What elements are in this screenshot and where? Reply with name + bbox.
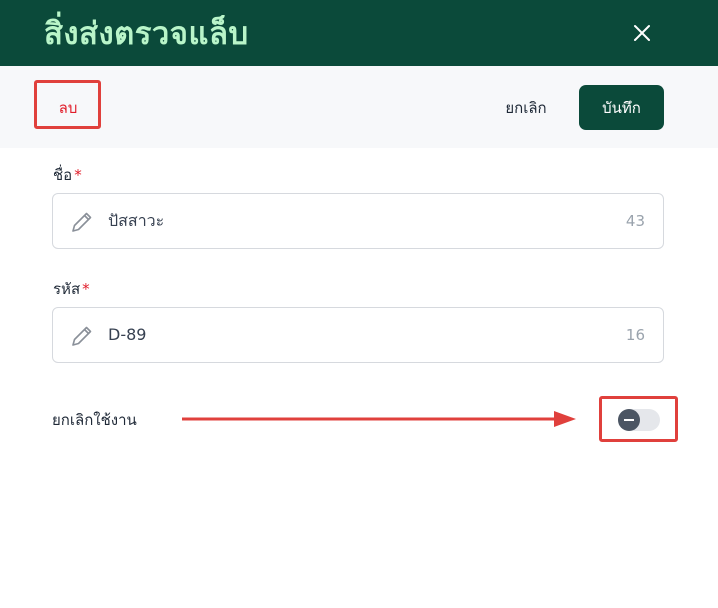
deactivate-label: ยกเลิกใช้งาน xyxy=(52,411,137,429)
name-char-count: 43 xyxy=(625,212,645,230)
page-title: สิ่งส่งตรวจแล็บ xyxy=(44,16,249,52)
code-char-count: 16 xyxy=(625,326,645,344)
code-input-value: D-89 xyxy=(108,325,147,344)
annotation-arrow xyxy=(182,411,576,427)
pencil-icon xyxy=(72,212,92,232)
name-input-value: ปัสสาวะ xyxy=(108,211,165,230)
required-marker: * xyxy=(74,166,82,184)
modal-header: สิ่งส่งตรวจแล็บ xyxy=(0,0,718,66)
deactivate-toggle[interactable] xyxy=(618,409,660,431)
delete-button[interactable]: ลบ xyxy=(44,88,92,128)
save-button[interactable]: บันทึก xyxy=(579,85,664,130)
code-field-label: รหัส * xyxy=(53,279,90,299)
code-input[interactable]: D-89 16 xyxy=(52,307,664,363)
action-toolbar: ลบ ยกเลิก บันทึก xyxy=(0,66,718,148)
close-button[interactable] xyxy=(626,17,658,49)
name-input[interactable]: ปัสสาวะ 43 xyxy=(52,193,664,249)
required-marker: * xyxy=(82,280,90,298)
name-label-text: ชื่อ xyxy=(53,166,73,184)
name-field-label: ชื่อ * xyxy=(53,165,82,185)
pencil-icon xyxy=(72,326,92,346)
cancel-button[interactable]: ยกเลิก xyxy=(490,86,562,130)
close-icon xyxy=(634,25,650,41)
toggle-knob xyxy=(618,409,640,431)
code-label-text: รหัส xyxy=(53,280,81,298)
